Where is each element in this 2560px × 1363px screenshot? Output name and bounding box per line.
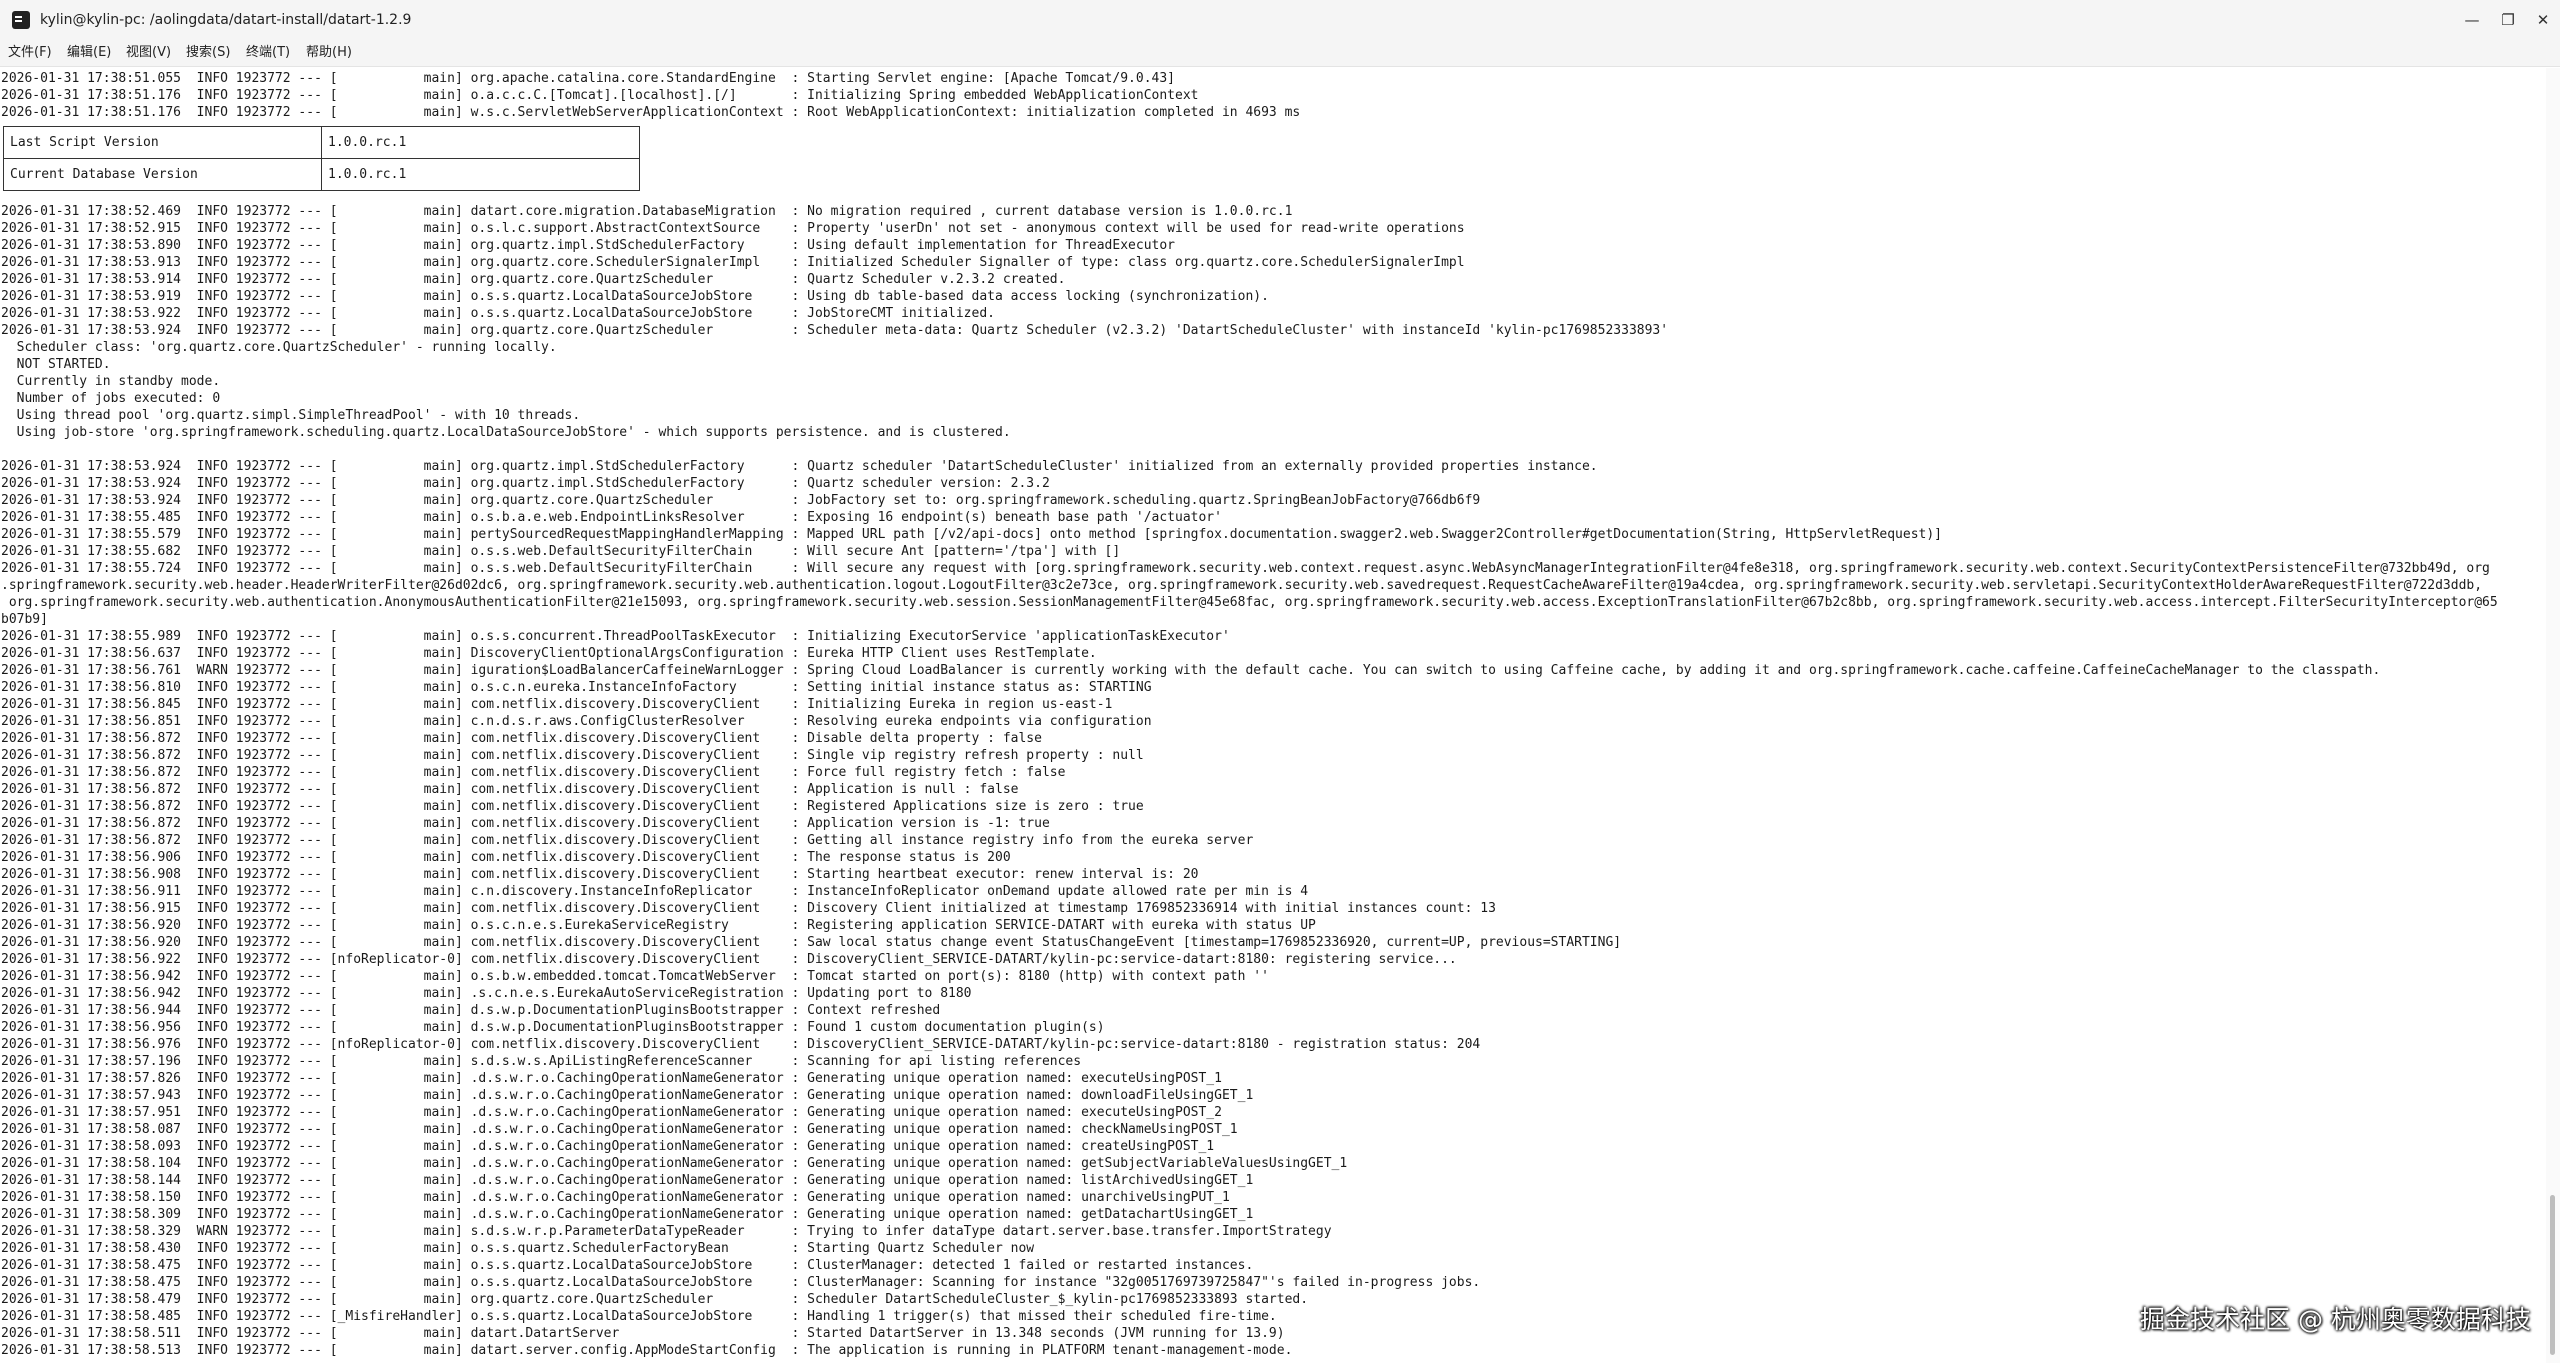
terminal-line: b07b9] [1,612,48,627]
terminal-line: 2026-01-31 17:38:58.087 INFO 1923772 ---… [1,1122,1238,1137]
terminal-line: Scheduler class: 'org.quartz.core.Quartz… [1,340,557,355]
terminal-line: NOT STARTED. [1,357,111,372]
terminal-line: 2026-01-31 17:38:53.913 INFO 1923772 ---… [1,255,1465,270]
terminal-line: 2026-01-31 17:38:56.920 INFO 1923772 ---… [1,935,1622,950]
terminal-line: 2026-01-31 17:38:56.872 INFO 1923772 ---… [1,782,1019,797]
terminal-line: 2026-01-31 17:38:55.485 INFO 1923772 ---… [1,510,1222,525]
version-table: Last Script Version 1.0.0.rc.1 Current D… [3,126,640,191]
terminal-line: 2026-01-31 17:38:56.915 INFO 1923772 ---… [1,901,1496,916]
terminal-line: Currently in standby mode. [1,374,221,389]
terminal-line: 2026-01-31 17:38:55.682 INFO 1923772 ---… [1,544,1121,559]
terminal-line: 2026-01-31 17:38:57.826 INFO 1923772 ---… [1,1071,1222,1086]
terminal-line: 2026-01-31 17:38:58.104 INFO 1923772 ---… [1,1156,1348,1171]
scrollbar[interactable] [2546,68,2560,1363]
menu-bar: 文件(F) 编辑(E) 视图(V) 搜索(S) 终端(T) 帮助(H) [0,40,2560,67]
terminal-line: 2026-01-31 17:38:56.908 INFO 1923772 ---… [1,867,1199,882]
table-cell: 1.0.0.rc.1 [321,158,640,191]
menu-file[interactable]: 文件(F) [8,40,52,66]
table-row: Last Script Version 1.0.0.rc.1 [3,126,640,159]
terminal-line: 2026-01-31 17:38:53.922 INFO 1923772 ---… [1,306,995,321]
terminal-line: org.springframework.security.web.authent… [1,595,2498,610]
window-title: kylin@kylin-pc: /aolingdata/datart-insta… [40,12,412,28]
terminal-line: 2026-01-31 17:38:52.915 INFO 1923772 ---… [1,221,1465,236]
terminal-line: 2026-01-31 17:38:55.989 INFO 1923772 ---… [1,629,1230,644]
terminal-line: 2026-01-31 17:38:58.475 INFO 1923772 ---… [1,1258,1254,1273]
scrollbar-thumb[interactable] [2550,1195,2555,1355]
terminal-line: 2026-01-31 17:38:58.093 INFO 1923772 ---… [1,1139,1215,1154]
maximize-button[interactable]: ❐ [2494,6,2522,34]
terminal-line: Using thread pool 'org.quartz.simpl.Simp… [1,408,581,423]
terminal-line: 2026-01-31 17:38:56.872 INFO 1923772 ---… [1,765,1066,780]
table-cell: Current Database Version [3,158,322,191]
terminal-line: .springframework.security.web.header.Hea… [1,578,2483,593]
watermark: 掘金技术社区 @ 杭州奥零数据科技 [2140,1305,2531,1334]
terminal-line: 2026-01-31 17:38:52.469 INFO 1923772 ---… [1,204,1293,219]
terminal-line: 2026-01-31 17:38:53.919 INFO 1923772 ---… [1,289,1269,304]
terminal-line: 2026-01-31 17:38:58.479 INFO 1923772 ---… [1,1292,1309,1307]
window-titlebar[interactable]: kylin@kylin-pc: /aolingdata/datart-insta… [0,0,2560,40]
terminal-line: 2026-01-31 17:38:53.924 INFO 1923772 ---… [1,459,1598,474]
terminal-line: 2026-01-31 17:38:58.513 INFO 1923772 ---… [1,1343,1293,1358]
terminal-icon [12,11,30,29]
menu-view[interactable]: 视图(V) [126,40,171,66]
terminal-line: 2026-01-31 17:38:51.176 INFO 1923772 ---… [1,105,1301,120]
menu-search[interactable]: 搜索(S) [186,40,230,66]
terminal-line: 2026-01-31 17:38:56.872 INFO 1923772 ---… [1,833,1254,848]
terminal-line: 2026-01-31 17:38:53.914 INFO 1923772 ---… [1,272,1066,287]
terminal-line: 2026-01-31 17:38:58.150 INFO 1923772 ---… [1,1190,1230,1205]
terminal-line: 2026-01-31 17:38:56.922 INFO 1923772 ---… [1,952,1457,967]
terminal-line: 2026-01-31 17:38:56.872 INFO 1923772 ---… [1,748,1144,763]
terminal-line: 2026-01-31 17:38:56.920 INFO 1923772 ---… [1,918,1316,933]
terminal-line: 2026-01-31 17:38:56.872 INFO 1923772 ---… [1,731,1042,746]
terminal-line: 2026-01-31 17:38:56.810 INFO 1923772 ---… [1,680,1152,695]
terminal-line: 2026-01-31 17:38:58.309 INFO 1923772 ---… [1,1207,1254,1222]
terminal-line: 2026-01-31 17:38:53.924 INFO 1923772 ---… [1,476,1050,491]
terminal-line: Using job-store 'org.springframework.sch… [1,425,1011,440]
terminal-line: 2026-01-31 17:38:53.890 INFO 1923772 ---… [1,238,1175,253]
terminal-line: 2026-01-31 17:38:56.956 INFO 1923772 ---… [1,1020,1105,1035]
terminal-line: 2026-01-31 17:38:53.924 INFO 1923772 ---… [1,493,1481,508]
terminal-output[interactable]: 2026-01-31 17:38:51.055 INFO 1923772 ---… [0,68,2540,1363]
terminal-line: 2026-01-31 17:38:58.430 INFO 1923772 ---… [1,1241,1035,1256]
minimize-button[interactable]: — [2458,6,2486,34]
terminal-line: 2026-01-31 17:38:58.475 INFO 1923772 ---… [1,1275,1481,1290]
terminal-line: 2026-01-31 17:38:56.637 INFO 1923772 ---… [1,646,1097,661]
terminal-line: 2026-01-31 17:38:57.943 INFO 1923772 ---… [1,1088,1254,1103]
terminal-line: 2026-01-31 17:38:56.872 INFO 1923772 ---… [1,816,1050,831]
terminal-line: 2026-01-31 17:38:56.911 INFO 1923772 ---… [1,884,1309,899]
terminal-line: 2026-01-31 17:38:51.176 INFO 1923772 ---… [1,88,1199,103]
terminal-line: 2026-01-31 17:38:56.942 INFO 1923772 ---… [1,986,972,1001]
menu-terminal[interactable]: 终端(T) [246,40,290,66]
terminal-line: 2026-01-31 17:38:56.845 INFO 1923772 ---… [1,697,1113,712]
terminal-line: 2026-01-31 17:38:58.511 INFO 1923772 ---… [1,1326,1285,1341]
terminal-line: 2026-01-31 17:38:57.951 INFO 1923772 ---… [1,1105,1222,1120]
terminal-line: 2026-01-31 17:38:58.329 WARN 1923772 ---… [1,1224,1332,1239]
terminal-line: 2026-01-31 17:38:56.944 INFO 1923772 ---… [1,1003,941,1018]
terminal-line: 2026-01-31 17:38:58.144 INFO 1923772 ---… [1,1173,1254,1188]
terminal-line: 2026-01-31 17:38:58.485 INFO 1923772 ---… [1,1309,1277,1324]
terminal-line: 2026-01-31 17:38:56.851 INFO 1923772 ---… [1,714,1152,729]
table-cell: 1.0.0.rc.1 [321,126,640,159]
terminal-line: 2026-01-31 17:38:56.872 INFO 1923772 ---… [1,799,1144,814]
menu-edit[interactable]: 编辑(E) [67,40,111,66]
terminal-line: 2026-01-31 17:38:57.196 INFO 1923772 ---… [1,1054,1082,1069]
terminal-line: 2026-01-31 17:38:56.942 INFO 1923772 ---… [1,969,1269,984]
terminal-line: 2026-01-31 17:38:56.906 INFO 1923772 ---… [1,850,1011,865]
terminal-line: 2026-01-31 17:38:51.055 INFO 1923772 ---… [1,71,1175,86]
table-row: Current Database Version 1.0.0.rc.1 [3,158,640,191]
terminal-line: 2026-01-31 17:38:55.579 INFO 1923772 ---… [1,527,1943,542]
terminal-line: 2026-01-31 17:38:53.924 INFO 1923772 ---… [1,323,1669,338]
terminal-line: 2026-01-31 17:38:56.976 INFO 1923772 ---… [1,1037,1481,1052]
close-button[interactable]: ✕ [2529,6,2557,34]
table-cell: Last Script Version [3,126,322,159]
terminal-line: 2026-01-31 17:38:56.761 WARN 1923772 ---… [1,663,2381,678]
menu-help[interactable]: 帮助(H) [306,40,352,66]
terminal-line: Number of jobs executed: 0 [1,391,221,406]
terminal-line: 2026-01-31 17:38:55.724 INFO 1923772 ---… [1,561,2490,576]
